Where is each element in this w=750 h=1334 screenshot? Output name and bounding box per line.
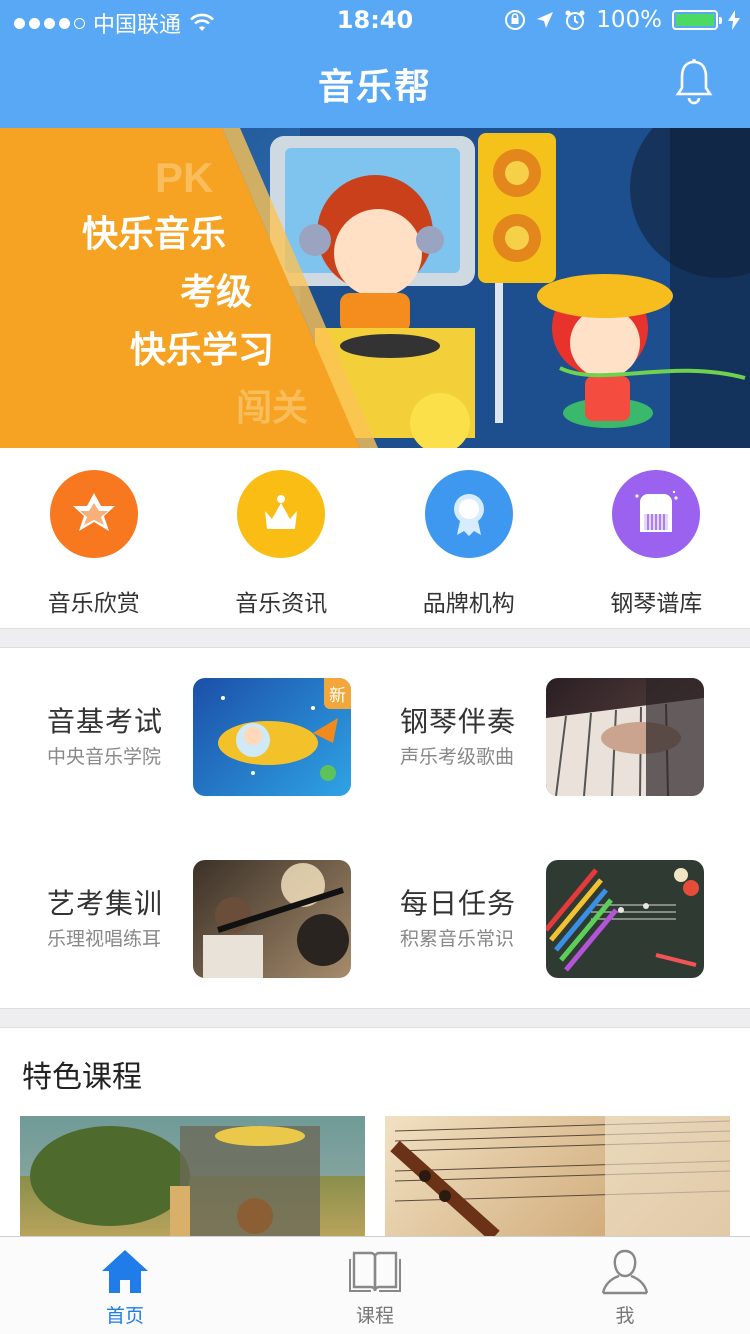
app-header: 中国联通 18:40 100% 音乐帮	[0, 0, 750, 128]
banner-text-pk: PK	[155, 154, 213, 201]
quick-item-music-news[interactable]: 音乐资讯	[188, 448, 376, 630]
feature-title: 钢琴伴奏	[400, 705, 517, 738]
feature-title: 每日任务	[400, 887, 517, 920]
quick-label: 品牌机构	[422, 591, 515, 617]
tab-home[interactable]: 首页	[0, 1237, 250, 1334]
feature-daily-tasks[interactable]: 每日任务 积累音乐常识	[353, 830, 728, 1012]
feature-title: 艺考集训	[47, 887, 164, 920]
feature-subtitle: 中央音乐学院	[47, 746, 162, 768]
battery-percent: 100%	[596, 7, 662, 33]
location-icon	[537, 12, 554, 28]
page-title: 音乐帮	[317, 67, 432, 108]
section-title-featured-courses: 特色课程	[22, 1060, 142, 1095]
section-divider	[0, 628, 750, 648]
quick-label: 音乐欣赏	[47, 591, 140, 617]
feature-grid: 音基考试 中央音乐学院 新 钢琴伴奏 声乐考级歌曲 艺考集训 乐理视唱练耳 每日…	[0, 648, 750, 1010]
course-card-1[interactable]	[20, 1116, 365, 1236]
banner-illustration: PK 快乐音乐 考级 快乐学习 闯关	[0, 128, 750, 448]
star-icon	[49, 470, 138, 558]
home-icon	[102, 1250, 148, 1293]
feature-thumbnail-orchestra	[193, 860, 351, 978]
feature-title: 音基考试	[47, 705, 164, 738]
new-badge: 新	[324, 678, 351, 709]
quick-item-piano-scores[interactable]: 钢琴谱库	[563, 448, 750, 630]
banner-text-line2: 考级	[180, 271, 252, 312]
feature-thumbnail-rocket: 新	[193, 678, 351, 796]
crown-icon	[237, 470, 326, 558]
quick-item-music-appreciation[interactable]: 音乐欣赏	[0, 448, 188, 630]
feature-subtitle: 声乐考级歌曲	[400, 746, 515, 768]
quick-item-brand-institutions[interactable]: 品牌机构	[375, 448, 563, 630]
banner-text-line3: 快乐学习	[130, 329, 274, 370]
tab-label: 课程	[355, 1305, 394, 1327]
section-divider	[0, 1008, 750, 1028]
feature-subtitle: 积累音乐常识	[400, 928, 515, 950]
course-card-2[interactable]	[385, 1116, 730, 1236]
status-bar: 中国联通 18:40 100%	[0, 0, 750, 40]
course-image-2	[390, 1116, 730, 1236]
course-image-1	[20, 1116, 365, 1236]
feature-piano-accompaniment[interactable]: 钢琴伴奏 声乐考级歌曲	[353, 648, 728, 830]
quick-label: 钢琴谱库	[610, 591, 703, 617]
user-icon	[601, 1249, 649, 1295]
tab-bar: 首页 课程 我	[0, 1236, 750, 1334]
tab-me[interactable]: 我	[500, 1237, 750, 1334]
tab-label: 我	[615, 1305, 635, 1327]
medal-icon	[424, 470, 513, 558]
piano-icon	[612, 470, 701, 558]
rotation-lock-icon	[505, 10, 526, 30]
feature-thumbnail-piano	[546, 678, 704, 796]
feature-art-exam-training[interactable]: 艺考集训 乐理视唱练耳	[0, 830, 375, 1012]
tab-courses[interactable]: 课程	[250, 1237, 500, 1334]
charging-icon	[728, 10, 740, 30]
banner-text-line4: 闯关	[236, 387, 308, 428]
banner-text-line1: 快乐音乐	[82, 213, 226, 254]
feature-music-theory-exam[interactable]: 音基考试 中央音乐学院 新	[0, 648, 375, 830]
feature-thumbnail-chalkboard	[546, 860, 704, 978]
tab-label: 首页	[105, 1305, 144, 1327]
promo-banner[interactable]: PK 快乐音乐 考级 快乐学习 闯关	[0, 128, 750, 448]
quick-entry-row: 音乐欣赏 音乐资讯 品牌机构 钢琴谱库	[0, 448, 750, 630]
bell-icon[interactable]	[674, 58, 714, 106]
alarm-icon	[565, 10, 585, 30]
feature-subtitle: 乐理视唱练耳	[47, 928, 162, 950]
book-icon	[349, 1251, 401, 1292]
quick-label: 音乐资讯	[235, 591, 328, 617]
battery-icon	[672, 10, 722, 30]
